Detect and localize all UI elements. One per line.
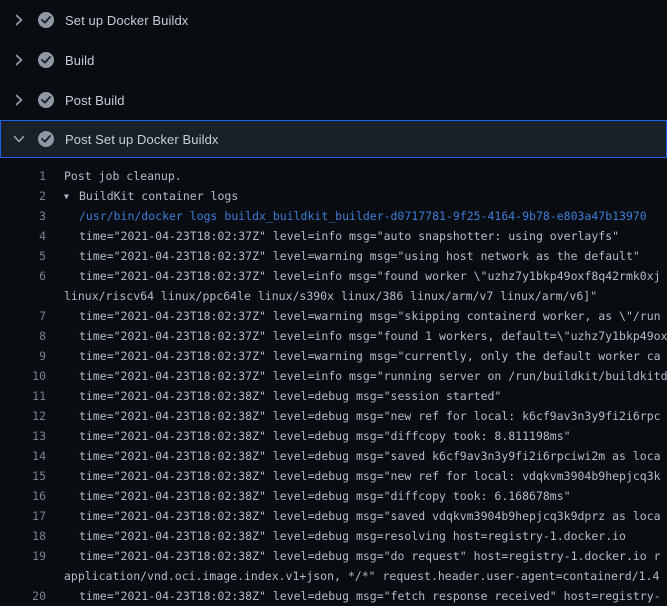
log-text: time="2021-04-23T18:02:38Z" level=debug … (64, 466, 661, 486)
log-line-number[interactable]: 16 (0, 486, 46, 506)
step-label: Post Set up Docker Buildx (65, 132, 219, 147)
group-collapse-triangle-icon[interactable]: ▼ (64, 187, 79, 206)
log-row: 11 time="2021-04-23T18:02:38Z" level=debu… (0, 386, 667, 406)
log-line-number[interactable]: 11 (0, 386, 46, 406)
chevron-right-icon[interactable] (13, 92, 25, 108)
log-line-number[interactable]: 10 (0, 366, 46, 386)
step-set-up-docker-buildx[interactable]: Set up Docker Buildx (0, 0, 667, 40)
success-check-icon (38, 12, 54, 28)
log-line-number[interactable]: 18 (0, 526, 46, 546)
log-row: 9 time="2021-04-23T18:02:37Z" level=warni… (0, 346, 667, 366)
log-text: Post job cleanup. (64, 169, 182, 183)
log-line-number[interactable]: 15 (0, 466, 46, 486)
log-text[interactable]: ▼BuildKit container logs (64, 189, 238, 203)
log-line-number[interactable]: 2 (0, 186, 46, 206)
log-text: time="2021-04-23T18:02:38Z" level=debug … (64, 446, 661, 466)
actions-log-viewer: { "colors": { "page_background": "#090c1… (0, 0, 667, 600)
log-row: 15 time="2021-04-23T18:02:38Z" level=debu… (0, 466, 667, 486)
log-row: 18 time="2021-04-23T18:02:38Z" level=debu… (0, 526, 667, 546)
log-text: application/vnd.oci.image.index.v1+json,… (64, 569, 659, 583)
log-row: 3/usr/bin/docker logs buildx_buildkit_bu… (0, 206, 667, 226)
log-line-number[interactable]: 14 (0, 446, 46, 466)
success-check-icon (38, 92, 54, 108)
step-label: Set up Docker Buildx (65, 13, 188, 28)
log-text: time="2021-04-23T18:02:37Z" level=info m… (64, 226, 619, 246)
log-row: 20 time="2021-04-23T18:02:38Z" level=debu… (0, 586, 667, 606)
log-command-text: /usr/bin/docker logs buildx_buildkit_bui… (64, 206, 647, 226)
success-check-icon (38, 52, 54, 68)
log-row: 12 time="2021-04-23T18:02:38Z" level=debu… (0, 406, 667, 426)
log-line-number[interactable]: 7 (0, 306, 46, 326)
chevron-down-icon[interactable] (13, 131, 25, 147)
log-row: 19 time="2021-04-23T18:02:38Z" level=debu… (0, 546, 667, 566)
chevron-right-icon[interactable] (13, 52, 25, 68)
step-build[interactable]: Build (0, 40, 667, 80)
log-line-number[interactable]: 9 (0, 346, 46, 366)
step-post-set-up-docker-buildx[interactable]: Post Set up Docker Buildx (0, 120, 667, 158)
log-row: 14 time="2021-04-23T18:02:38Z" level=debu… (0, 446, 667, 466)
log-row: 17 time="2021-04-23T18:02:38Z" level=debu… (0, 506, 667, 526)
log-text: time="2021-04-23T18:02:37Z" level=warnin… (64, 246, 640, 266)
log-content: 1 Post job cleanup. 2 ▼BuildKit container l… (0, 158, 667, 606)
log-text: time="2021-04-23T18:02:38Z" level=debug … (64, 406, 661, 426)
log-row: 6 time="2021-04-23T18:02:37Z" level=info … (0, 266, 667, 286)
log-line-number[interactable]: 19 (0, 546, 46, 566)
log-line-number[interactable]: 17 (0, 506, 46, 526)
log-row: 7 time="2021-04-23T18:02:37Z" level=warni… (0, 306, 667, 326)
log-text: time="2021-04-23T18:02:38Z" level=debug … (64, 386, 501, 406)
log-text: time="2021-04-23T18:02:37Z" level=info m… (64, 366, 667, 386)
log-text: linux/riscv64 linux/ppc64le linux/s390x … (64, 289, 597, 303)
log-text: time="2021-04-23T18:02:37Z" level=warnin… (64, 346, 661, 366)
log-text: time="2021-04-23T18:02:38Z" level=debug … (64, 486, 571, 506)
step-label: Post Build (65, 93, 125, 108)
step-post-build[interactable]: Post Build (0, 80, 667, 120)
log-line-number[interactable]: 13 (0, 426, 46, 446)
log-row: 5 time="2021-04-23T18:02:37Z" level=warni… (0, 246, 667, 266)
log-line-number[interactable]: 1 (0, 166, 46, 186)
log-line-number[interactable]: 20 (0, 586, 46, 606)
log-row: 16 time="2021-04-23T18:02:38Z" level=debu… (0, 486, 667, 506)
log-line-number[interactable]: 12 (0, 406, 46, 426)
log-row: 10 time="2021-04-23T18:02:37Z" level=info… (0, 366, 667, 386)
log-line-number[interactable]: 4 (0, 226, 46, 246)
log-row: 8 time="2021-04-23T18:02:37Z" level=info … (0, 326, 667, 346)
log-row: 1 Post job cleanup. (0, 166, 667, 186)
log-row: 2 ▼BuildKit container logs (0, 186, 667, 206)
log-text: time="2021-04-23T18:02:37Z" level=info m… (64, 266, 661, 286)
log-row: linux/riscv64 linux/ppc64le linux/s390x … (0, 286, 667, 306)
log-line-number[interactable]: 8 (0, 326, 46, 346)
log-text: time="2021-04-23T18:02:38Z" level=debug … (64, 546, 661, 566)
log-text: time="2021-04-23T18:02:38Z" level=debug … (64, 506, 661, 526)
log-line-number[interactable]: 6 (0, 266, 46, 286)
log-row: 13 time="2021-04-23T18:02:38Z" level=debu… (0, 426, 667, 446)
log-line-number[interactable]: 5 (0, 246, 46, 266)
log-text: time="2021-04-23T18:02:38Z" level=debug … (64, 426, 571, 446)
log-line-number[interactable]: 3 (0, 206, 46, 226)
step-list: Set up Docker Buildx Build Post Build Po… (0, 0, 667, 158)
step-label: Build (65, 53, 94, 68)
log-row: application/vnd.oci.image.index.v1+json,… (0, 566, 667, 586)
success-check-icon (38, 131, 54, 147)
log-text: time="2021-04-23T18:02:37Z" level=warnin… (64, 306, 661, 326)
log-text: time="2021-04-23T18:02:38Z" level=debug … (64, 586, 661, 606)
log-text: time="2021-04-23T18:02:38Z" level=debug … (64, 526, 626, 546)
log-row: 4 time="2021-04-23T18:02:37Z" level=info … (0, 226, 667, 246)
log-text: time="2021-04-23T18:02:37Z" level=info m… (64, 326, 667, 346)
chevron-right-icon[interactable] (13, 12, 25, 28)
